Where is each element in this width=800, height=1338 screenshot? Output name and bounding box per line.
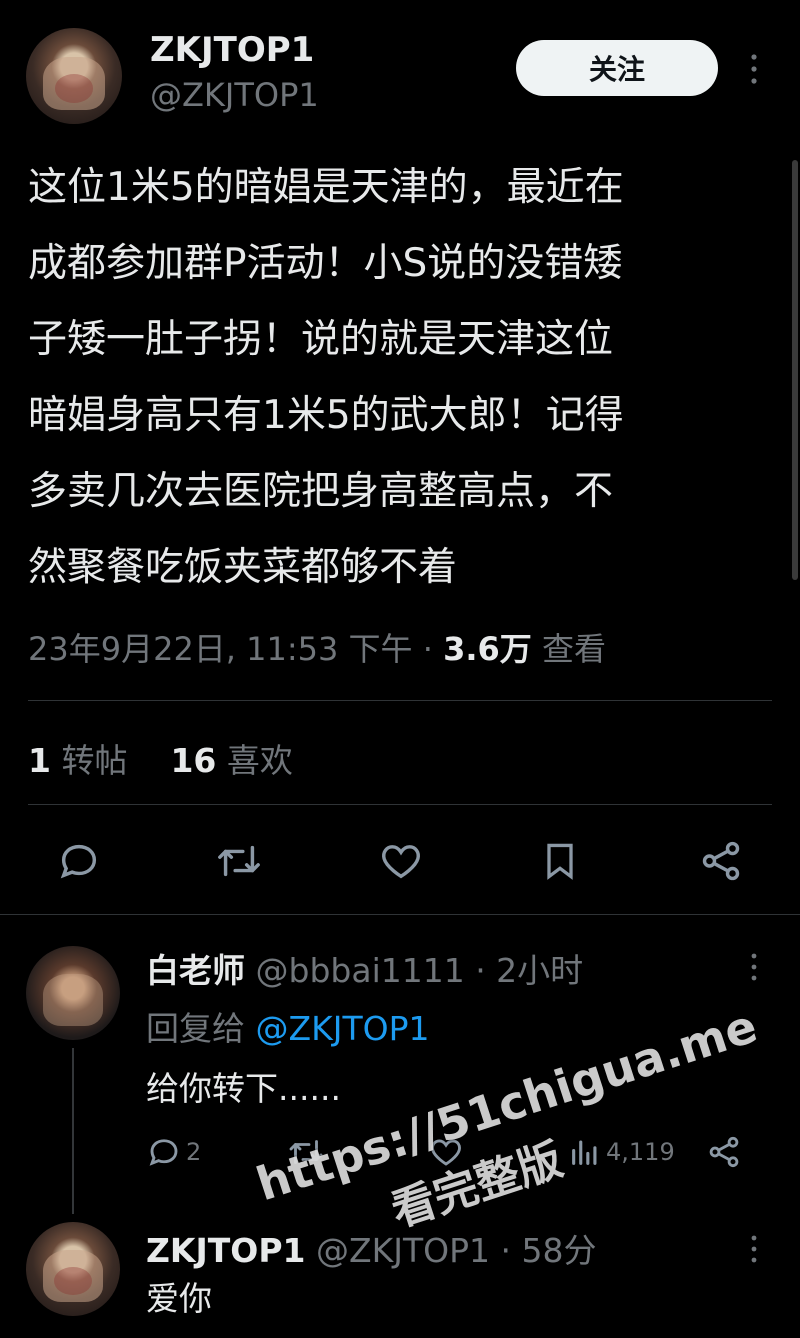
reply-icon: [146, 1134, 182, 1170]
likes-label: 喜欢: [226, 741, 293, 780]
reply-count: 2: [186, 1138, 202, 1166]
bookmark-icon[interactable]: [538, 838, 582, 884]
tweet-text-line: 这位1米5的暗娼是天津的，最近在: [28, 165, 624, 210]
likes-stat[interactable]: 16 喜欢: [170, 741, 292, 780]
reply-action-reply[interactable]: 2: [146, 1134, 201, 1170]
thread-line: [72, 1048, 74, 1214]
retweets-label: 转帖: [61, 741, 128, 780]
replying-to-prefix: 回复给: [146, 1009, 256, 1048]
more-vertical-icon[interactable]: [744, 52, 764, 86]
reply-avatar[interactable]: [26, 1222, 120, 1316]
reply-display-name[interactable]: 白老师: [146, 951, 245, 990]
more-vertical-icon[interactable]: [744, 952, 764, 982]
engagement-stats: 1 转帖 16 喜欢: [28, 734, 293, 782]
retweets-stat[interactable]: 1 转帖: [28, 741, 138, 780]
tweet-text-line: 然聚餐吃饭夹菜都够不着: [28, 545, 458, 590]
follow-button[interactable]: 关注: [516, 40, 718, 96]
replying-to-handle[interactable]: @ZKJTOP1: [256, 1009, 430, 1048]
author-handle[interactable]: @ZKJTOP1: [150, 76, 319, 114]
reply-text: 爱你: [146, 1279, 212, 1318]
tweet-text-line: 成都参加群P活动！小S说的没错矮: [28, 241, 623, 286]
reply-avatar[interactable]: [26, 946, 120, 1040]
tweet-text: 这位1米5的暗娼是天津的，最近在 成都参加群P活动！小S说的没错矮 子矮一肚子拐…: [28, 150, 768, 606]
author-avatar[interactable]: [26, 28, 122, 124]
tweet-timestamp[interactable]: 23年9月22日, 11:53 下午 ·: [28, 630, 443, 668]
reply-meta[interactable]: @bbbai1111 · 2小时: [256, 951, 584, 990]
tweet-text-line: 子矮一肚子拐！说的就是天津这位: [28, 317, 614, 362]
reply-text: 给你转下......: [146, 1069, 341, 1108]
tweet-meta: 23年9月22日, 11:53 下午 · 3.6万 查看: [28, 624, 606, 670]
reply-header: 白老师 @bbbai1111 · 2小时: [146, 944, 583, 992]
tweet-text-line: 暗娼身高只有1米5的武大郎！记得: [28, 393, 624, 438]
views-label: 查看: [531, 630, 606, 668]
reply-icon[interactable]: [56, 838, 102, 884]
retweets-count: 1: [28, 741, 51, 780]
retweet-icon[interactable]: [214, 838, 264, 884]
more-vertical-icon[interactable]: [744, 1234, 764, 1264]
heart-icon[interactable]: [378, 838, 424, 884]
views-count: 3.6万: [443, 630, 532, 668]
replying-to: 回复给 @ZKJTOP1: [146, 1002, 430, 1050]
author-display-name[interactable]: ZKJTOP1: [150, 30, 314, 70]
section-divider: [0, 914, 800, 915]
divider: [28, 804, 772, 805]
share-icon[interactable]: [698, 838, 744, 884]
tweet-text-line: 多卖几次去医院把身高整高点，不: [28, 469, 614, 514]
likes-count: 16: [170, 741, 217, 780]
share-icon[interactable]: [706, 1134, 742, 1170]
divider: [28, 700, 772, 701]
scrollbar[interactable]: [792, 160, 798, 580]
